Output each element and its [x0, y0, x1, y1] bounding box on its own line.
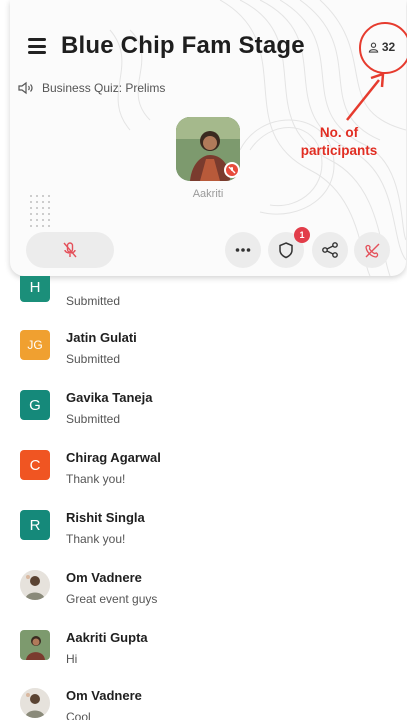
avatar: JG — [20, 330, 50, 360]
chat-list[interactable]: H Submitted JG Jatin Gulati Submitted G … — [0, 276, 407, 720]
avatar: R — [20, 510, 50, 540]
mic-off-icon — [63, 242, 77, 258]
message-author: Om Vadnere — [66, 570, 142, 585]
message-text: Thank you! — [66, 532, 126, 546]
mic-toggle-button[interactable] — [26, 232, 114, 268]
message-text: Submitted — [66, 294, 121, 308]
message-author: Gavika Taneja — [66, 390, 153, 405]
message-text: Hi — [66, 652, 78, 666]
avatar-initial: JG — [27, 338, 43, 352]
message-author: Rishit Singla — [66, 510, 145, 525]
stage-subtitle-row: Business Quiz: Prelims — [18, 81, 165, 95]
message-text: Submitted — [66, 412, 121, 426]
list-item: G Gavika Taneja Submitted — [20, 390, 152, 426]
avatar-initial: G — [29, 396, 41, 414]
menu-icon[interactable] — [28, 38, 46, 54]
avatar — [20, 630, 50, 660]
mic-off-icon — [228, 166, 236, 174]
speaker-volume-icon — [18, 81, 33, 95]
notification-badge: 1 — [294, 227, 310, 243]
more-options-button[interactable] — [225, 232, 261, 268]
muted-indicator — [224, 162, 240, 178]
avatar-initial: H — [29, 278, 41, 296]
avatar: H — [20, 276, 50, 302]
annotation-line: participants — [300, 143, 378, 158]
message-text: Great event guys — [66, 592, 158, 606]
annotation-line: No. of — [319, 125, 359, 140]
hang-up-icon — [365, 243, 380, 258]
message-text: Thank you! — [66, 472, 126, 486]
page-title: Blue Chip Fam Stage — [61, 32, 305, 59]
leave-stage-button[interactable] — [354, 232, 390, 268]
speaker-name: Aakriti — [192, 188, 224, 200]
share-icon — [322, 242, 338, 258]
share-button[interactable] — [312, 232, 348, 268]
list-item: Om Vadnere Cool — [20, 688, 142, 720]
avatar-initial: R — [29, 516, 41, 534]
stage-subtitle: Business Quiz: Prelims — [42, 81, 166, 95]
list-item: JG Jatin Gulati Submitted — [20, 330, 137, 366]
decorative-dots — [28, 193, 52, 227]
avatar: G — [20, 390, 50, 420]
avatar-photo — [20, 688, 50, 718]
message-author — [66, 276, 120, 290]
participant-count: 32 — [381, 40, 396, 54]
avatar-initial: C — [29, 456, 41, 474]
avatar-photo — [20, 630, 50, 660]
message-author: Aakriti Gupta — [66, 630, 148, 645]
list-item: Om Vadnere Great event guys — [20, 570, 157, 606]
avatar: C — [20, 450, 50, 480]
list-item: R Rishit Singla Thank you! — [20, 510, 145, 546]
more-dots-icon — [235, 248, 251, 252]
avatar — [20, 570, 50, 600]
message-text: Submitted — [66, 352, 121, 366]
person-icon — [368, 42, 378, 53]
shield-icon — [279, 242, 293, 259]
message-author: Chirag Agarwal — [66, 450, 161, 465]
participants-button[interactable]: 32 — [357, 27, 406, 67]
list-item: Aakriti Gupta Hi — [20, 630, 148, 666]
annotation-label: No. of participants — [286, 124, 392, 160]
message-author: Jatin Gulati — [66, 330, 137, 345]
list-item: C Chirag Agarwal Thank you! — [20, 450, 161, 486]
avatar — [20, 688, 50, 718]
list-item: H Submitted — [20, 276, 120, 308]
message-text: Cool — [66, 710, 91, 720]
avatar-photo — [20, 570, 50, 600]
message-author: Om Vadnere — [66, 688, 142, 703]
